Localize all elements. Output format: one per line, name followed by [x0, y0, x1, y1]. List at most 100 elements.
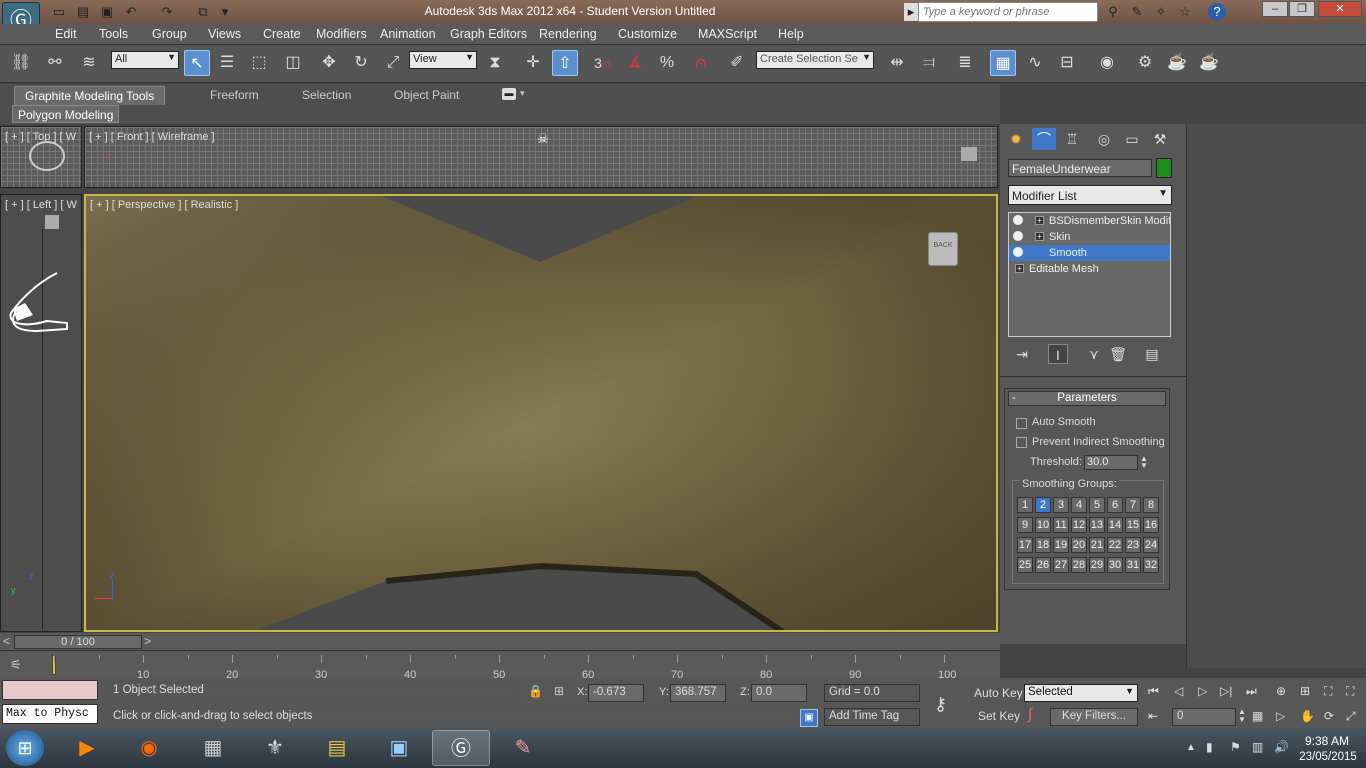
layer-manager-icon[interactable]: ≣ [952, 50, 978, 76]
project-folder-icon[interactable]: ⧉ [192, 3, 214, 21]
curve-editor-icon[interactable]: ∿ [1022, 50, 1048, 76]
modifier-list-dropdown[interactable]: Modifier List ▼ [1008, 185, 1172, 205]
smoothing-group-button[interactable]: 9 [1017, 517, 1033, 533]
move-icon[interactable]: ✥ [316, 50, 342, 76]
smoothing-group-button[interactable]: 19 [1053, 537, 1069, 553]
auto-smooth-checkbox[interactable] [1016, 418, 1027, 429]
time-config-icon[interactable]: ▦ [1252, 709, 1263, 723]
menu-tools[interactable]: Tools [99, 27, 128, 41]
snaps-toggle-icon[interactable]: 3∩ [590, 50, 616, 76]
x-coordinate-field[interactable]: -0.673 [588, 684, 644, 702]
tray-device-icon[interactable]: ▮ [1206, 740, 1213, 754]
smoothing-group-button[interactable]: 1 [1017, 497, 1033, 513]
lightbulb-icon[interactable] [1013, 215, 1023, 225]
minimize-button[interactable]: – [1262, 1, 1288, 17]
smoothing-group-button[interactable]: 14 [1107, 517, 1123, 533]
menu-views[interactable]: Views [208, 27, 241, 41]
smoothing-group-button[interactable]: 29 [1089, 557, 1105, 573]
smoothing-group-button[interactable]: 28 [1071, 557, 1087, 573]
spinner-snap-icon[interactable]: ⩀ [688, 50, 714, 76]
key-mode-toggle-icon[interactable]: ⇤ [1148, 709, 1158, 723]
material-editor-icon[interactable]: ◉ [1094, 50, 1120, 76]
menu-modifiers[interactable]: Modifiers [316, 27, 367, 41]
smoothing-group-button[interactable]: 2 [1035, 497, 1051, 513]
display-tab-icon[interactable]: ▭ [1120, 128, 1144, 150]
object-color-swatch[interactable] [1156, 158, 1172, 178]
smoothing-group-button[interactable]: 22 [1107, 537, 1123, 553]
orbit-icon[interactable]: ⟳ [1324, 709, 1334, 723]
media-player-icon[interactable]: ▶ [58, 730, 116, 766]
smoothing-group-button[interactable]: 8 [1143, 497, 1159, 513]
new-file-icon[interactable]: ▭ [48, 3, 70, 21]
clock-date[interactable]: 23/05/2015 [1296, 751, 1360, 763]
smoothing-group-button[interactable]: 15 [1125, 517, 1141, 533]
field-of-view-icon[interactable]: ▷ [1276, 709, 1285, 723]
maximize-viewport-icon[interactable]: ⤢ [1346, 709, 1356, 724]
stack-item-editable-mesh[interactable]: + Editable Mesh [1009, 261, 1170, 277]
tray-volume-icon[interactable]: 🔊 [1274, 740, 1289, 754]
app-icon[interactable]: ▦ [184, 730, 242, 766]
remove-modifier-icon[interactable]: 🗑 [1108, 344, 1128, 364]
select-manipulate-icon[interactable]: ✛ [520, 50, 546, 76]
ribbon-options-icon[interactable]: ▬ [502, 88, 516, 100]
show-end-result-icon[interactable]: I [1048, 344, 1068, 364]
viewcube-icon[interactable] [29, 141, 65, 171]
viewport-front-label[interactable]: [ + ] [ Front ] [ Wireframe ] [89, 131, 215, 143]
save-file-icon[interactable]: ▣ [96, 3, 118, 21]
graphite-toggle-icon[interactable]: ▦ [990, 50, 1016, 76]
configure-modifier-sets-icon[interactable]: ▤ [1142, 344, 1162, 364]
expand-icon[interactable]: + [1035, 232, 1044, 241]
smoothing-group-button[interactable]: 18 [1035, 537, 1051, 553]
pan-hand-icon[interactable]: ✋ [1300, 709, 1315, 723]
tab-freeform[interactable]: Freeform [200, 86, 269, 105]
zoom-all-icon[interactable]: ⊞ [1300, 684, 1310, 698]
align-icon[interactable]: ⫤ [916, 50, 942, 76]
next-key-icon[interactable]: ▷| [1220, 684, 1232, 698]
time-tag-icon[interactable]: ▣ [800, 709, 818, 727]
smoothing-group-button[interactable]: 30 [1107, 557, 1123, 573]
frame-spinner-icon[interactable]: ▲ ▼ [1238, 708, 1246, 724]
subscription-icon[interactable]: ✎ [1126, 3, 1148, 21]
mirror-icon[interactable]: ⇹ [884, 50, 910, 76]
undo-icon[interactable]: ↶ [120, 3, 142, 21]
rotate-icon[interactable]: ↻ [348, 50, 374, 76]
window-crossing-icon[interactable]: ◫ [280, 50, 306, 76]
play-icon[interactable]: ▷ [1198, 684, 1207, 698]
y-coordinate-field[interactable]: 368.757 [670, 684, 726, 702]
create-tab-icon[interactable]: ✹ [1004, 128, 1028, 150]
parameters-header[interactable]: - Parameters [1008, 391, 1166, 406]
photo-viewer-icon[interactable]: ▣ [370, 730, 428, 766]
rectangular-selection-icon[interactable]: ⬚ [246, 50, 272, 76]
smoothing-group-button[interactable]: 27 [1053, 557, 1069, 573]
menu-maxscript[interactable]: MAXScript [698, 27, 757, 41]
clock-time[interactable]: 9:38 AM [1300, 734, 1354, 748]
tray-flag-icon[interactable]: ⚑ [1230, 740, 1241, 754]
track-bar[interactable]: ⚟ 10 20 30 40 50 60 70 80 90 100 [0, 650, 1000, 681]
keyboard-shortcut-override-icon[interactable]: ⇧ [552, 50, 578, 76]
select-object-icon[interactable]: ↖ [184, 50, 210, 76]
motion-tab-icon[interactable]: ◎ [1092, 128, 1116, 150]
expand-icon[interactable]: + [1015, 264, 1024, 273]
render-teapot-icon[interactable]: ☕ [1196, 50, 1222, 76]
menu-animation[interactable]: Animation [380, 27, 436, 41]
smoothing-group-button[interactable]: 25 [1017, 557, 1033, 573]
named-selection-dropdown[interactable]: Create Selection Se ▼ [756, 51, 874, 69]
stack-item-smooth[interactable]: Smooth [1009, 245, 1170, 261]
smoothing-group-button[interactable]: 21 [1089, 537, 1105, 553]
lightbulb-icon[interactable] [1013, 247, 1023, 257]
scale-icon[interactable]: ⤢ [380, 50, 406, 76]
stack-item-bsdismemberskin[interactable]: +BSDismemberSkin Modifier [1009, 213, 1170, 229]
link-icon[interactable]: ⛓ [8, 50, 34, 76]
ribbon-options-arrow-icon[interactable]: ▾ [520, 88, 525, 99]
expand-icon[interactable]: + [1035, 216, 1044, 225]
communication-icon[interactable]: ✧ [1150, 3, 1172, 21]
maxscript-listener-input[interactable]: Max to Physc [2, 704, 98, 724]
viewport-left[interactable]: [ + ] [ Left ] [ W z y [0, 194, 82, 632]
select-by-name-icon[interactable]: ☰ [214, 50, 240, 76]
smoothing-group-button[interactable]: 26 [1035, 557, 1051, 573]
tab-graphite-modeling-tools[interactable]: Graphite Modeling Tools [14, 86, 166, 105]
smoothing-group-button[interactable]: 3 [1053, 497, 1069, 513]
binoculars-icon[interactable]: ⚲ [1102, 3, 1124, 21]
viewport-perspective[interactable]: [ + ] [ Perspective ] [ Realistic ] BACK… [84, 194, 998, 632]
open-file-icon[interactable]: ▤ [72, 3, 94, 21]
